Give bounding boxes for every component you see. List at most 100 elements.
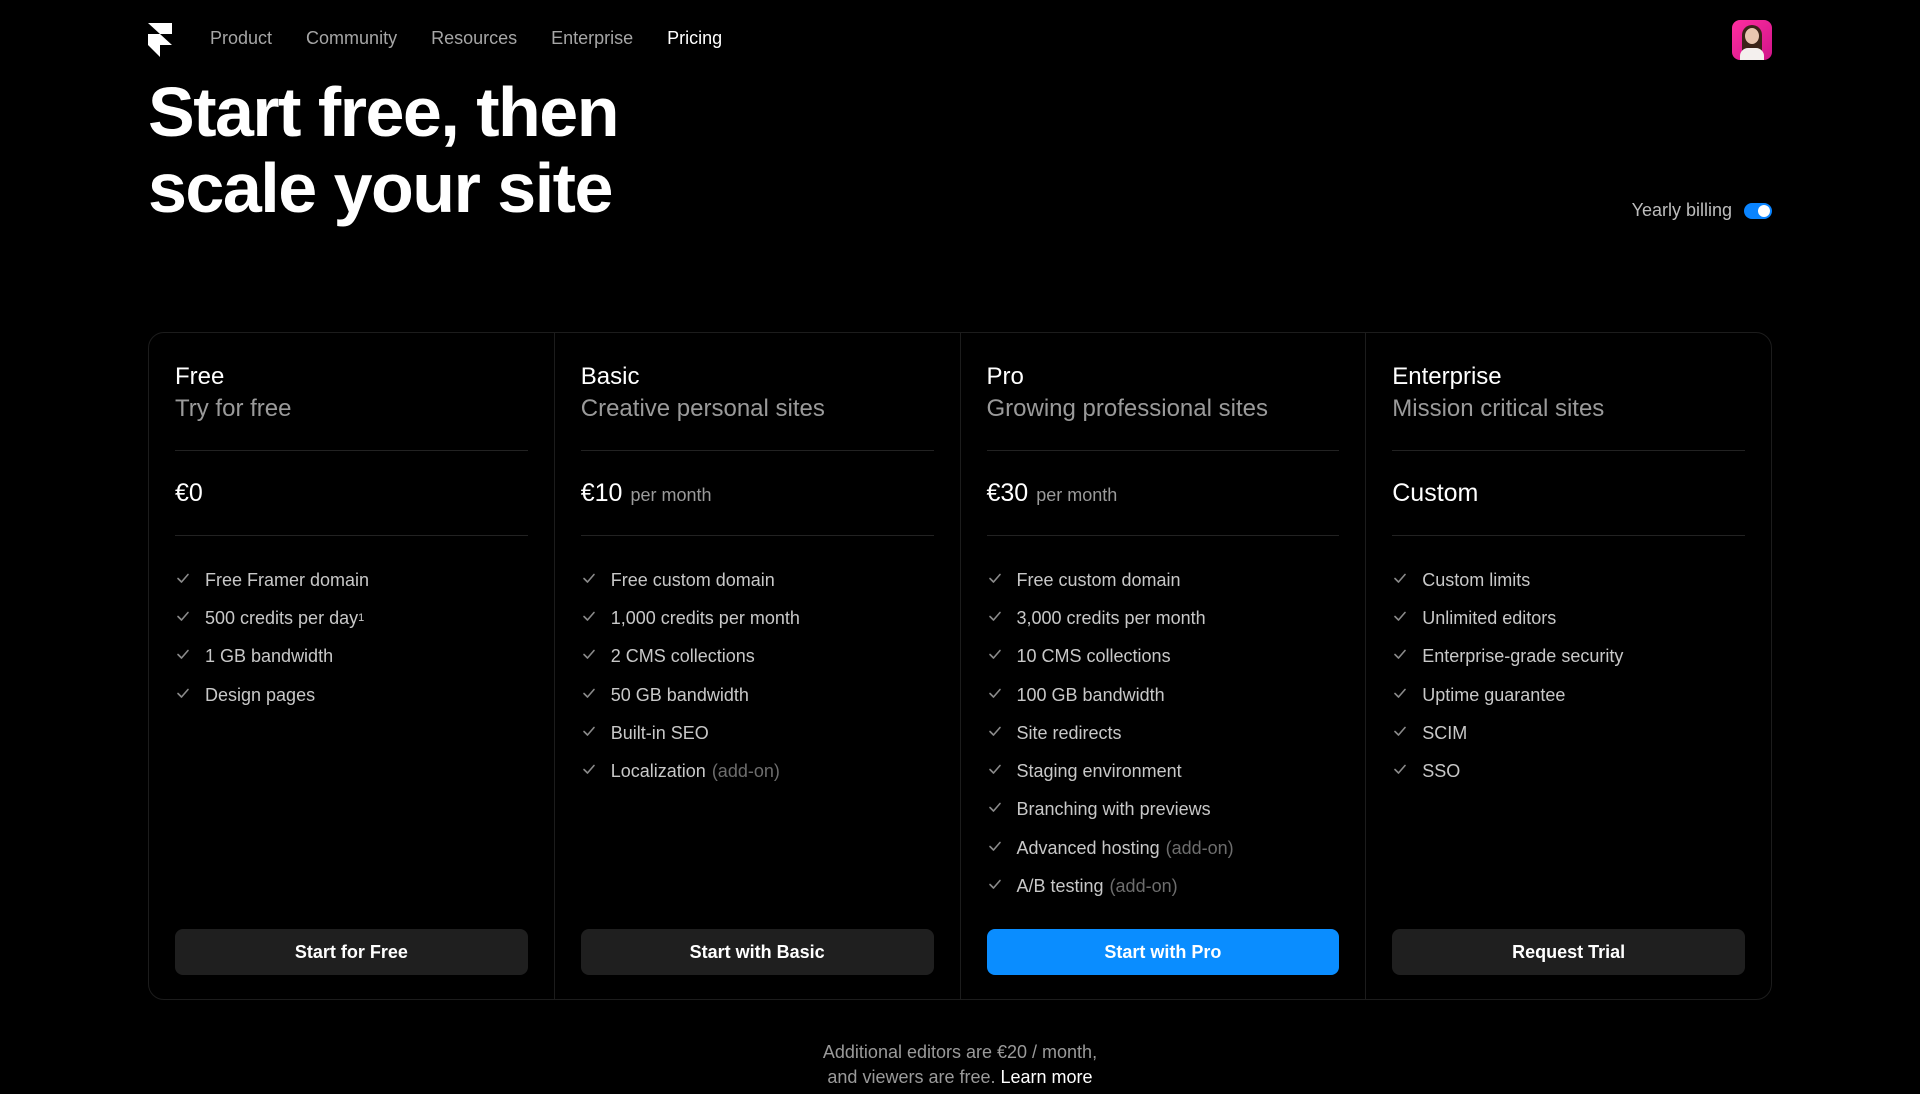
check-icon [175, 685, 205, 706]
plan-description: Mission critical sites [1392, 395, 1605, 422]
feature-text: Design pages [205, 684, 316, 705]
pro-cta-button[interactable]: Start with Pro [986, 929, 1340, 975]
feature-text: Free custom domain [1016, 569, 1181, 590]
check-icon [987, 723, 1017, 744]
plan-description: Growing professional sites [986, 395, 1268, 422]
plan-name: Free [175, 363, 225, 390]
check-icon [581, 608, 611, 629]
feature-text: Localization [610, 761, 706, 782]
footnote-line-2-text: and viewers are free. [827, 1067, 996, 1087]
price-period: per month [1036, 485, 1118, 505]
footnote-line-2: and viewers are free. Learn more [0, 1065, 1920, 1090]
divider [986, 535, 1340, 536]
plan-price: Custom [1392, 479, 1486, 508]
feature-text: Staging environment [1016, 761, 1182, 782]
framer-logo-icon[interactable] [148, 23, 172, 57]
price-amount: €30 [986, 479, 1029, 507]
feature-item: Free custom domain [581, 561, 934, 599]
feature-item: 500 credits per day 1 [175, 599, 528, 637]
page-title: Start free, then scale your site [148, 73, 620, 226]
plan-basic: Basic Creative personal sites €10 per mon… [555, 333, 961, 999]
feature-item: 3,000 credits per month [987, 599, 1340, 637]
feature-item: Staging environment [987, 752, 1340, 790]
check-icon [987, 799, 1017, 820]
check-icon [987, 570, 1017, 591]
check-icon [1392, 761, 1422, 782]
enterprise-cta-button[interactable]: Request Trial [1392, 929, 1745, 975]
price-amount: Custom [1392, 479, 1479, 507]
check-icon [175, 608, 205, 629]
check-icon [581, 646, 611, 667]
toggle-knob [1758, 204, 1770, 217]
nav-link-product[interactable]: Product [210, 28, 272, 49]
divider [1392, 450, 1745, 451]
learn-more-link[interactable]: Learn more [1001, 1067, 1093, 1087]
feature-item: Branching with previews [987, 791, 1340, 829]
feature-text: Branching with previews [1016, 799, 1211, 820]
plan-description: Try for free [175, 395, 292, 422]
plan-price: €30 per month [987, 479, 1118, 508]
divider [580, 535, 934, 536]
feature-item: 50 GB bandwidth [581, 676, 934, 714]
nav-link-pricing[interactable]: Pricing [667, 28, 722, 49]
nav-link-community[interactable]: Community [306, 28, 397, 49]
feature-item: 2 CMS collections [581, 638, 934, 676]
divider [1392, 535, 1745, 536]
plan-pro: Pro Growing professional sites €30 per mo… [961, 333, 1367, 999]
feature-text: 50 GB bandwidth [610, 684, 749, 705]
feature-text: Unlimited editors [1422, 607, 1557, 628]
check-icon [581, 723, 611, 744]
check-icon [987, 646, 1017, 667]
page-title-line-1: Start free, then [148, 73, 620, 151]
feature-list: Free Framer domain 500 credits per day 1 … [175, 561, 528, 714]
feature-text: 2 CMS collections [610, 646, 755, 667]
divider [986, 450, 1340, 451]
plan-name: Pro [986, 363, 1024, 390]
pricing-plans: Free Try for free €0 Free Framer domain 5… [148, 332, 1772, 1000]
feature-text: Uptime guarantee [1422, 684, 1566, 705]
feature-item: Unlimited editors [1392, 599, 1745, 637]
feature-item: 100 GB bandwidth [987, 676, 1340, 714]
check-icon [987, 838, 1017, 859]
nav-link-resources[interactable]: Resources [431, 28, 517, 49]
plan-price: €0 [175, 479, 211, 508]
check-icon [175, 646, 205, 667]
check-icon [1392, 685, 1422, 706]
addon-tag: (add-on) [1109, 876, 1178, 897]
feature-text: 10 CMS collections [1016, 646, 1171, 667]
nav-links: Product Community Resources Enterprise Prici… [210, 28, 756, 49]
feature-text: Advanced hosting [1016, 837, 1160, 858]
feature-item: Site redirects [987, 714, 1340, 752]
feature-list: Custom limits Unlimited editors Enterpri… [1392, 561, 1745, 791]
plan-free: Free Try for free €0 Free Framer domain 5… [149, 333, 555, 999]
feature-text: 1,000 credits per month [610, 607, 800, 628]
feature-text: Site redirects [1016, 722, 1122, 743]
avatar[interactable] [1732, 20, 1772, 60]
divider [175, 450, 528, 451]
free-cta-button[interactable]: Start for Free [175, 929, 528, 975]
feature-item: Uptime guarantee [1392, 676, 1745, 714]
feature-item: Enterprise-grade security [1392, 638, 1745, 676]
feature-item: Built-in SEO [581, 714, 934, 752]
feature-text: Custom limits [1422, 569, 1531, 590]
divider [580, 450, 934, 451]
nav-link-enterprise[interactable]: Enterprise [551, 28, 633, 49]
feature-text: A/B testing [1016, 876, 1104, 897]
feature-item: Free Framer domain [175, 561, 528, 599]
billing-toggle-group: Yearly billing [1632, 200, 1772, 221]
plan-price: €10 per month [581, 479, 712, 508]
plan-description: Creative personal sites [580, 395, 825, 422]
feature-item: Localization (add-on) [581, 752, 934, 790]
yearly-billing-toggle[interactable] [1744, 202, 1772, 219]
feature-text: Free custom domain [610, 569, 775, 590]
check-icon [581, 570, 611, 591]
feature-item: A/B testing (add-on) [987, 867, 1340, 905]
basic-cta-button[interactable]: Start with Basic [580, 929, 934, 975]
feature-item: Advanced hosting (add-on) [987, 829, 1340, 867]
feature-item: SSO [1392, 752, 1745, 790]
feature-list: Free custom domain 1,000 credits per mon… [581, 561, 934, 791]
check-icon [1392, 723, 1422, 744]
price-amount: €10 [580, 479, 623, 507]
footnote-line-1: Additional editors are €20 / month, [822, 1042, 1098, 1062]
feature-item: Design pages [175, 676, 528, 714]
